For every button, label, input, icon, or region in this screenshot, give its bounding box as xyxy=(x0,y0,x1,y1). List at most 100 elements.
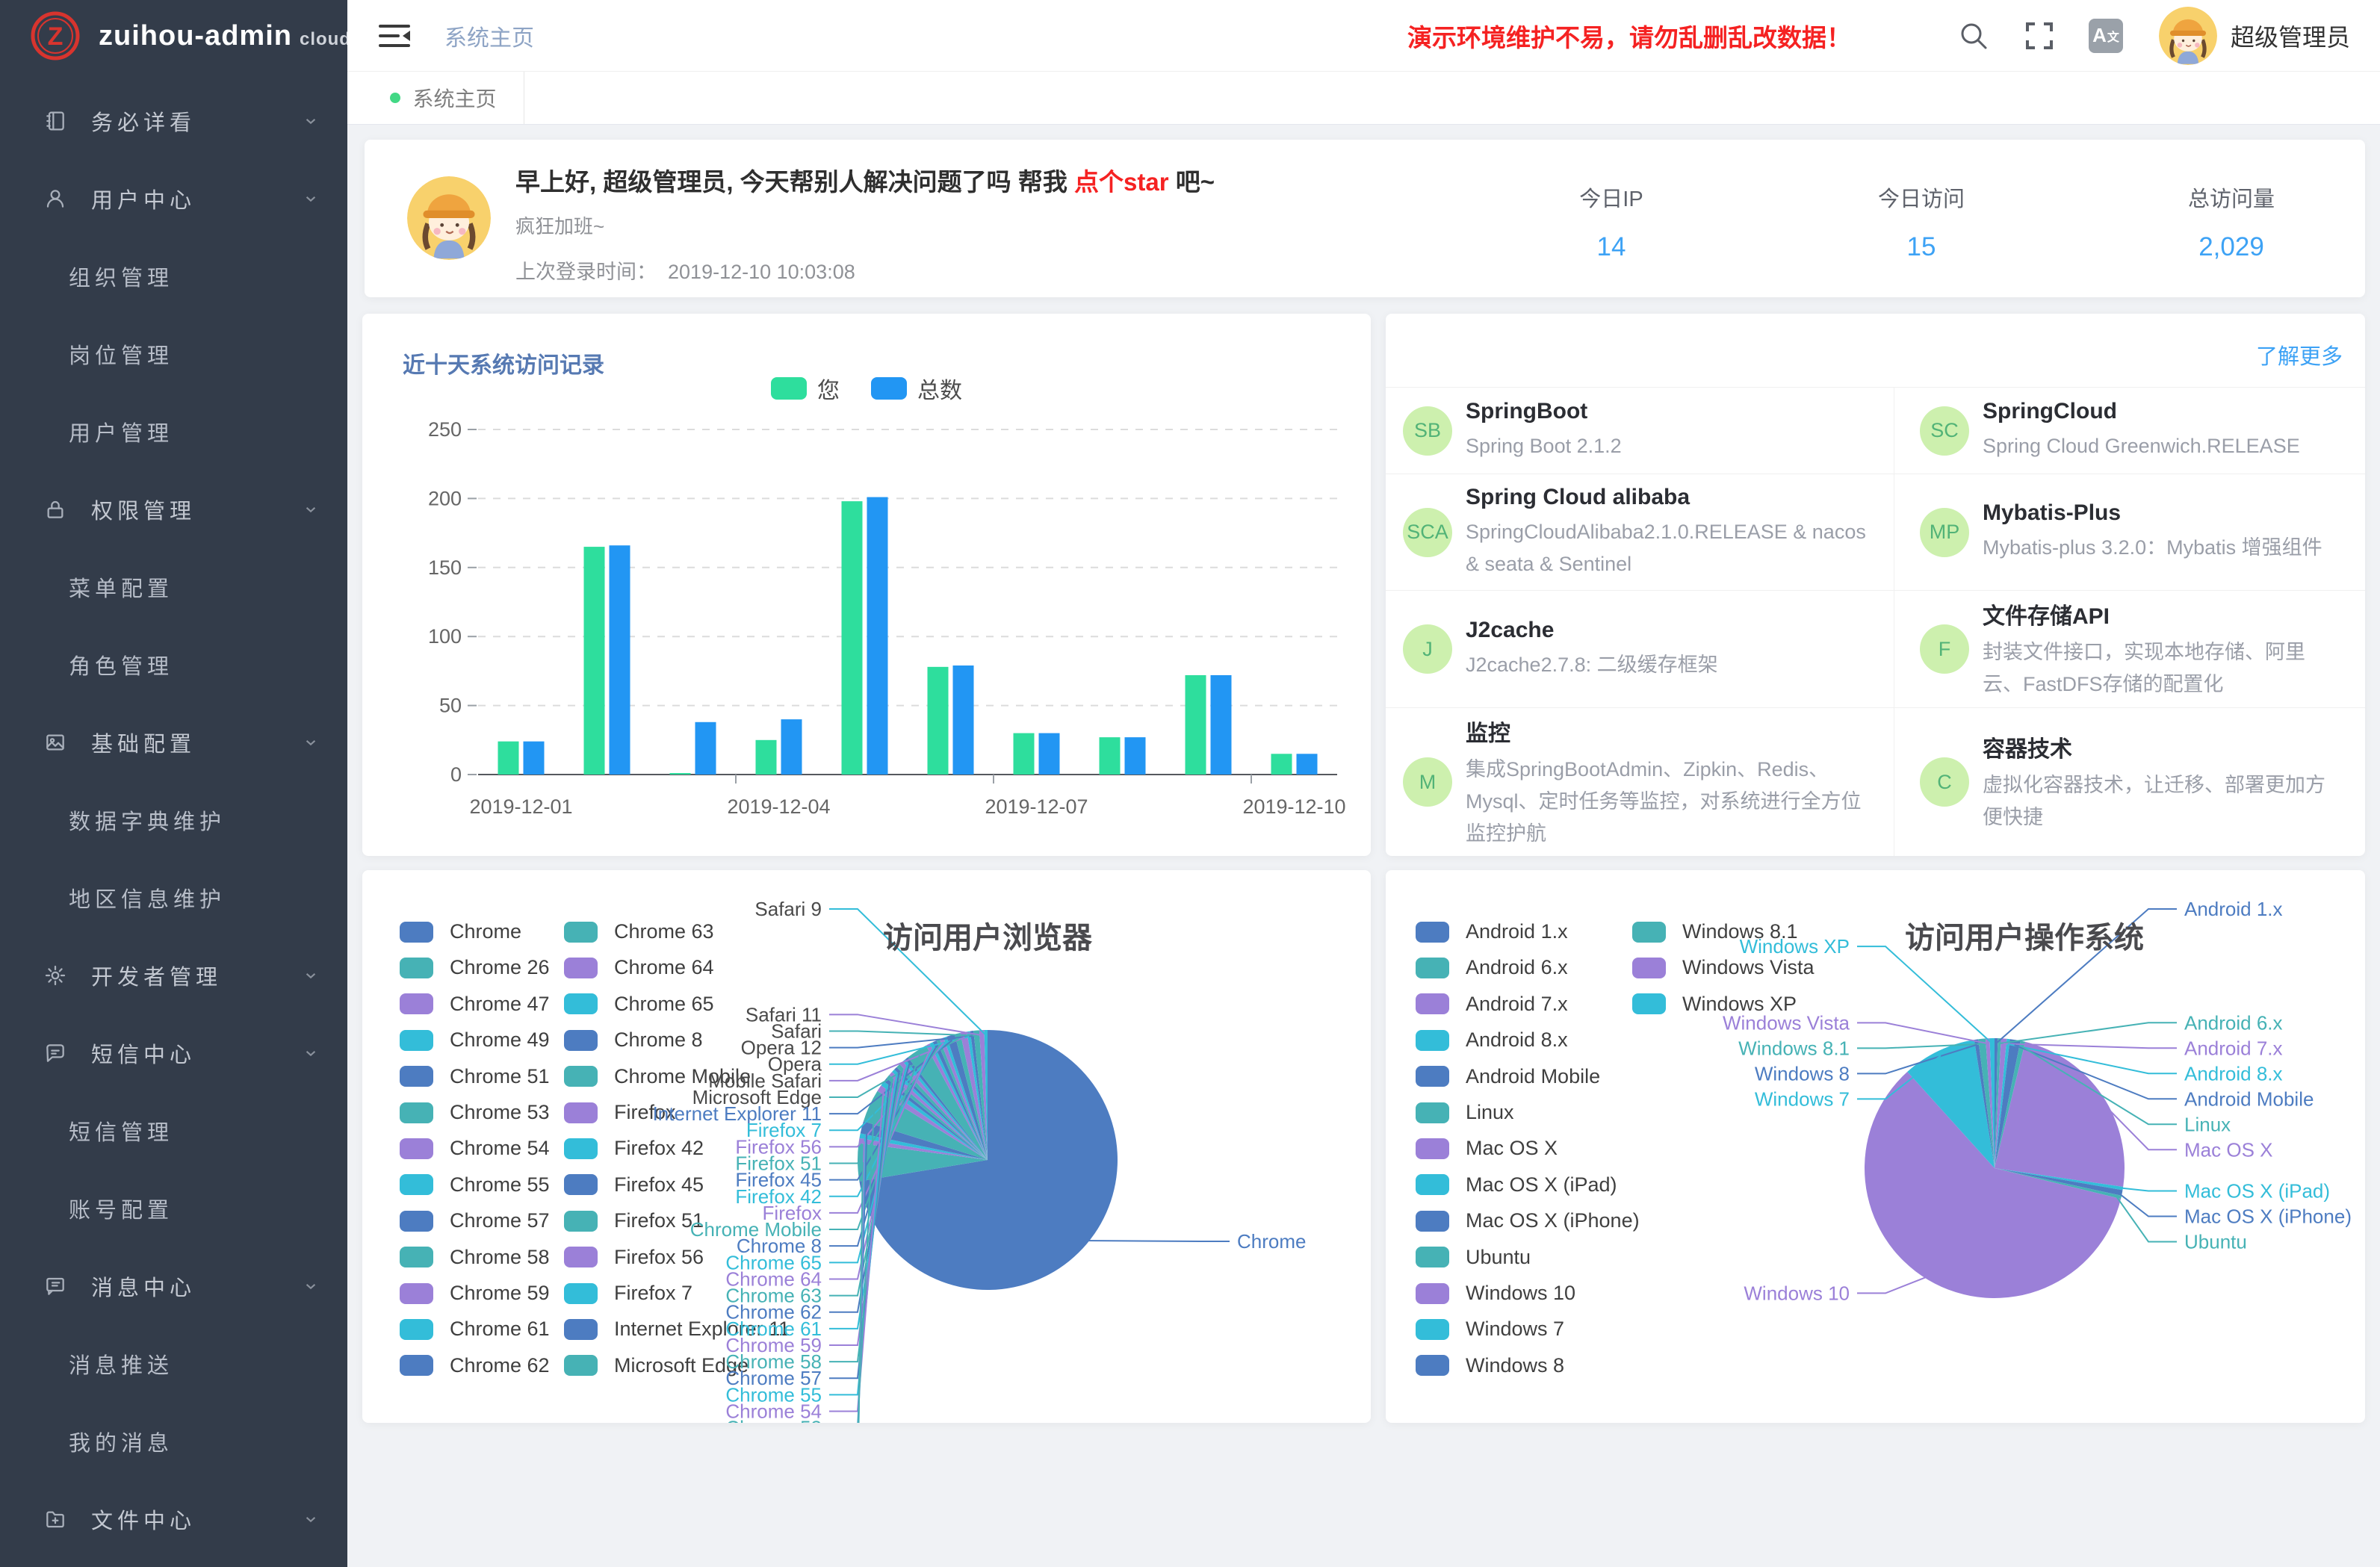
tech-card-SpringCloud[interactable]: SCSpringCloudSpring Cloud Greenwich.RELE… xyxy=(1894,387,2365,474)
sidebar-item[interactable]: 权限管理 xyxy=(0,471,347,548)
admin-dashboard: Z zuihou-admincloud 务必详看用户中心组织管理岗位管理用户管理… xyxy=(0,0,2380,1567)
sidebar-item-label: 文件中心 xyxy=(91,1504,196,1535)
svg-text:2019-12-01: 2019-12-01 xyxy=(469,795,572,818)
chevron-down-icon xyxy=(301,189,320,208)
avatar[interactable] xyxy=(2159,7,2217,65)
sidebar-subitem-label: 岗位管理 xyxy=(69,338,173,370)
sidebar-item[interactable]: 文件中心 xyxy=(0,1480,347,1558)
pie-label-Windows 8: Windows 8 xyxy=(1755,1062,1850,1085)
pie-label-Windows 8.1: Windows 8.1 xyxy=(1738,1037,1850,1059)
tech-title: SpringCloud xyxy=(1983,399,2326,424)
tech-desc: 集成SpringBootAdmin、Zipkin、Redis、Mysql、定时任… xyxy=(1466,754,1869,850)
logo-z-icon: Z xyxy=(28,9,82,63)
bar-您-2019-12-06[interactable] xyxy=(928,667,949,775)
svg-text:200: 200 xyxy=(428,487,462,509)
bar-总数-2019-12-04[interactable] xyxy=(781,719,802,775)
demo-notice: 演示环境维护不易，请勿乱删乱改数据！ xyxy=(1407,18,1851,54)
tech-badge: SB xyxy=(1403,406,1452,456)
tech-desc: Spring Boot 2.1.2 xyxy=(1466,430,1869,462)
collapse-menu-icon[interactable] xyxy=(377,21,412,51)
tech-title: SpringBoot xyxy=(1466,399,1869,424)
tech-card-Mybatis-Plus[interactable]: MPMybatis-PlusMybatis-plus 3.2.0：Mybatis… xyxy=(1894,474,2365,590)
legend-item[interactable]: 您 xyxy=(771,372,840,405)
tech-badge: MP xyxy=(1920,508,1969,557)
pie-label-Android 7.x: Android 7.x xyxy=(2184,1037,2283,1059)
bar-总数-2019-12-07[interactable] xyxy=(1039,733,1060,775)
sidebar-item[interactable]: 务必详看 xyxy=(0,82,347,160)
sidebar-subitem[interactable]: 数据字典维护 xyxy=(0,781,347,859)
sidebar-item-label: 开发者管理 xyxy=(91,960,222,991)
pie-label-Mac OS X: Mac OS X xyxy=(2184,1138,2272,1161)
language-icon[interactable]: A文 xyxy=(2089,19,2123,53)
search-icon[interactable] xyxy=(1957,19,1990,52)
sidebar-subitem[interactable]: 地区信息维护 xyxy=(0,859,347,937)
sidebar-subitem-label: 地区信息维护 xyxy=(69,882,226,913)
sidebar-subitem[interactable]: 菜单配置 xyxy=(0,548,347,626)
chevron-down-icon xyxy=(301,1509,320,1529)
tech-badge: SCA xyxy=(1403,508,1452,557)
bar-您-2019-12-08[interactable] xyxy=(1100,737,1121,775)
greeting-card: 早上好, 超级管理员, 今天帮别人解决问题了吗 帮我 点个star 吧~ 疯狂加… xyxy=(365,140,2365,297)
tech-desc: 封装文件接口，实现本地存储、阿里云、FastDFS存储的配置化 xyxy=(1983,636,2326,701)
sidebar-item[interactable]: 消息中心 xyxy=(0,1247,347,1325)
bar-您-2019-12-09[interactable] xyxy=(1186,675,1206,775)
chevron-down-icon xyxy=(301,111,320,131)
pie-label-Windows Vista: Windows Vista xyxy=(1723,1011,1850,1034)
bar-您-2019-12-02[interactable] xyxy=(584,547,605,775)
tech-card-Spring Cloud alibaba[interactable]: SCASpring Cloud alibabaSpringCloudAlibab… xyxy=(1386,474,1894,590)
tech-card-监控[interactable]: M监控集成SpringBootAdmin、Zipkin、Redis、Mysql、… xyxy=(1386,707,1894,856)
pie-label-Android Mobile: Android Mobile xyxy=(2184,1087,2314,1110)
tech-card-SpringBoot[interactable]: SB SpringBoot Spring Boot 2.1.2 xyxy=(1386,387,1894,474)
bar-您-2019-12-01[interactable] xyxy=(498,742,519,775)
logo[interactable]: Z zuihou-admincloud xyxy=(0,0,347,72)
sidebar: Z zuihou-admincloud 务必详看用户中心组织管理岗位管理用户管理… xyxy=(0,0,347,1567)
sidebar-subitem[interactable]: 我的消息 xyxy=(0,1403,347,1480)
sidebar-subitem[interactable]: 组织管理 xyxy=(0,238,347,315)
bar-您-2019-12-07[interactable] xyxy=(1014,733,1035,775)
bar-总数-2019-12-08[interactable] xyxy=(1125,737,1146,775)
fullscreen-icon[interactable] xyxy=(2023,19,2056,52)
picture-icon xyxy=(43,730,67,754)
svg-text:50: 50 xyxy=(439,695,462,717)
tech-card-J2cache[interactable]: JJ2cacheJ2cache2.7.8: 二级缓存框架 xyxy=(1386,590,1894,707)
sidebar-item[interactable]: 短信中心 xyxy=(0,1014,347,1092)
sidebar-item-label: 基础配置 xyxy=(91,727,196,758)
sidebar-item[interactable]: 基础配置 xyxy=(0,704,347,781)
tech-card-文件存储API[interactable]: F 文件存储API 封装文件接口，实现本地存储、阿里云、FastDFS存储的配置化 xyxy=(1894,590,2365,707)
tab-system-home[interactable]: 系统主页 xyxy=(363,72,524,124)
bar-您-2019-12-04[interactable] xyxy=(756,740,777,775)
bar-总数-2019-12-05[interactable] xyxy=(867,497,888,775)
last-login: 上次登录时间： 2019-12-10 10:03:08 xyxy=(515,255,1215,285)
book-icon xyxy=(43,109,67,133)
bar-总数-2019-12-01[interactable] xyxy=(524,742,545,775)
stat-total-visits: 总访问量 2,029 xyxy=(2112,181,2351,262)
pie-label-Ubuntu: Ubuntu xyxy=(2184,1230,2247,1253)
svg-text:Z: Z xyxy=(48,22,63,51)
tech-card-容器技术[interactable]: C容器技术虚拟化容器技术，让迁移、部署更加方便快捷 xyxy=(1894,707,2365,856)
stat-today-visits: 今日访问 15 xyxy=(1802,181,2041,262)
bar-总数-2019-12-03[interactable] xyxy=(695,722,716,775)
bar-总数-2019-12-02[interactable] xyxy=(610,545,630,775)
bar-您-2019-12-03[interactable] xyxy=(670,773,691,775)
learn-more-link[interactable]: 了解更多 xyxy=(2256,339,2343,370)
current-user[interactable]: 超级管理员 xyxy=(2231,19,2350,53)
star-link[interactable]: 点个star xyxy=(1074,168,1169,196)
sidebar-subitem[interactable]: 消息推送 xyxy=(0,1325,347,1403)
svg-text:250: 250 xyxy=(428,418,462,441)
bar-您-2019-12-10[interactable] xyxy=(1271,754,1292,775)
sidebar-subitem[interactable]: 短信管理 xyxy=(0,1092,347,1170)
sidebar-subitem[interactable]: 账号配置 xyxy=(0,1170,347,1247)
bar-总数-2019-12-09[interactable] xyxy=(1211,675,1232,775)
legend-item[interactable]: 总数 xyxy=(871,372,962,405)
sidebar-subitem[interactable]: 岗位管理 xyxy=(0,315,347,393)
sidebar-item-label: 消息中心 xyxy=(91,1270,196,1302)
sidebar-subitem[interactable]: 用户管理 xyxy=(0,393,347,471)
sidebar-subitem[interactable]: 角色管理 xyxy=(0,626,347,704)
bar-总数-2019-12-06[interactable] xyxy=(953,665,974,775)
tech-badge: F xyxy=(1920,624,1969,674)
bar-总数-2019-12-10[interactable] xyxy=(1297,754,1318,775)
sidebar-item[interactable]: 用户中心 xyxy=(0,160,347,238)
bar-您-2019-12-05[interactable] xyxy=(842,501,863,775)
tech-title: 文件存储API xyxy=(1983,598,2326,630)
sidebar-item[interactable]: 开发者管理 xyxy=(0,937,347,1014)
